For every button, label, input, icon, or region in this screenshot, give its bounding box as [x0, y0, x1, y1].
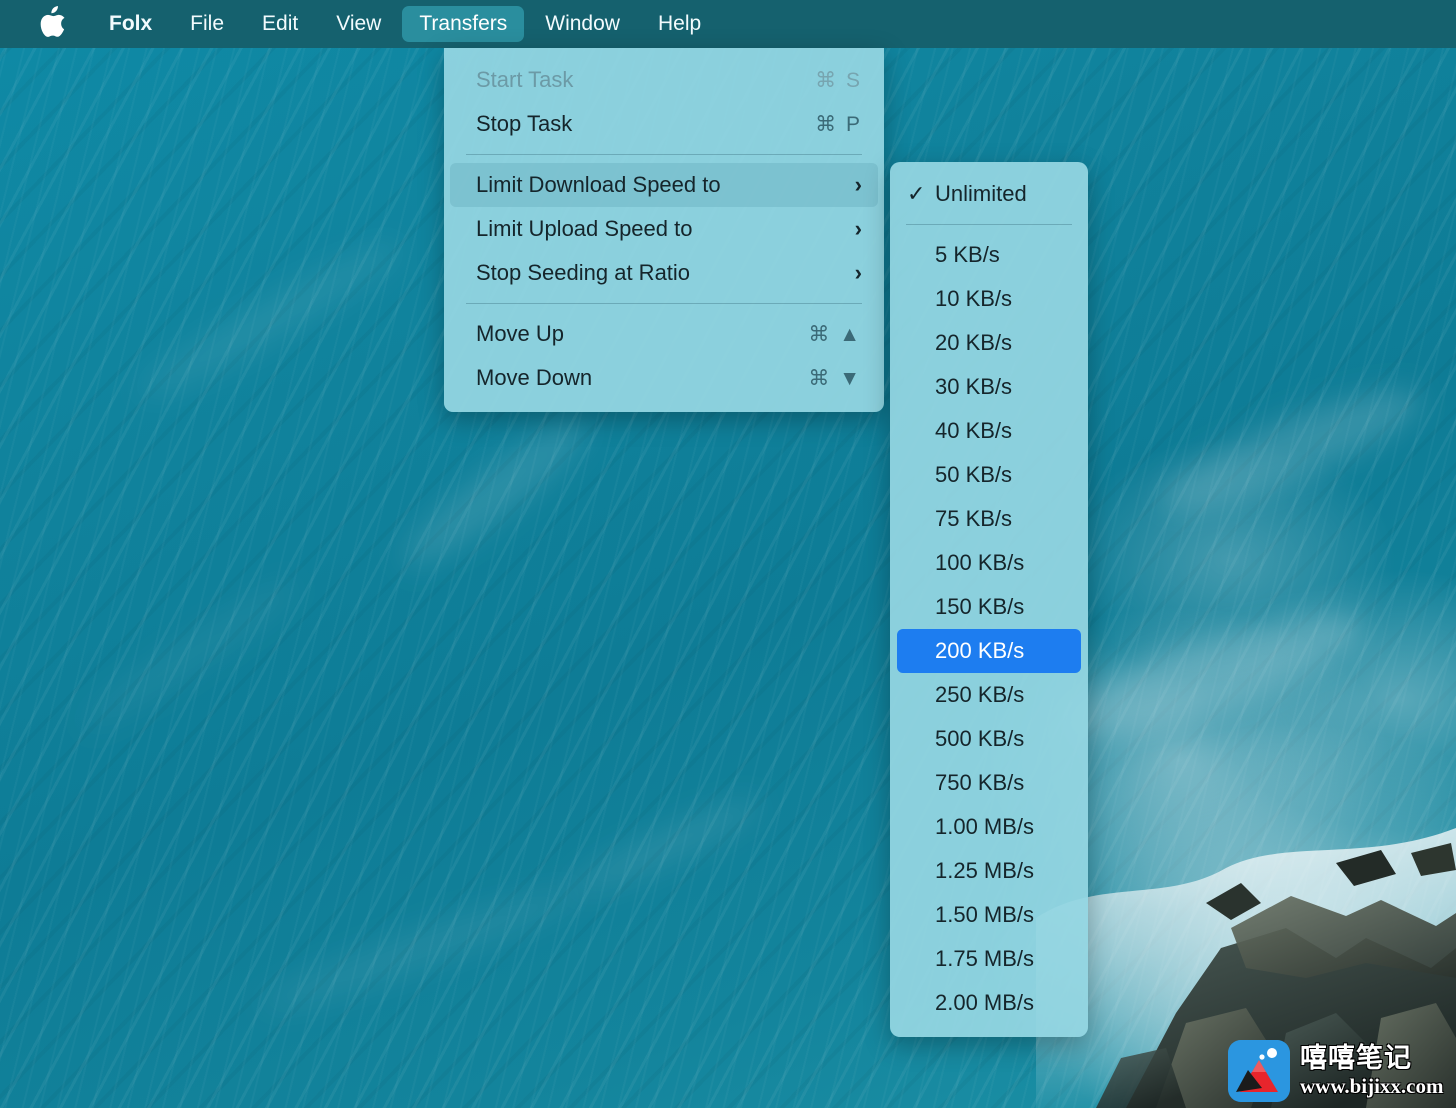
menu-item-shortcut: ⌘ ▲	[808, 322, 862, 346]
submenu-item-20kbs[interactable]: 20 KB/s	[897, 321, 1081, 365]
menu-item-move-up[interactable]: Move Up ⌘ ▲	[450, 312, 878, 356]
menu-item-move-down[interactable]: Move Down ⌘ ▼	[450, 356, 878, 400]
menu-item-stop-task[interactable]: Stop Task ⌘ P	[450, 102, 878, 146]
menu-item-label: Move Down	[476, 365, 593, 390]
submenu-item-label: 1.00 MB/s	[935, 814, 1035, 839]
submenu-separator	[906, 224, 1072, 225]
submenu-item-label: 1.50 MB/s	[935, 902, 1035, 927]
submenu-item-1-75mbs[interactable]: 1.75 MB/s	[897, 937, 1081, 981]
menu-item-label: Limit Upload Speed to	[476, 216, 693, 241]
submenu-item-750kbs[interactable]: 750 KB/s	[897, 761, 1081, 805]
menubar-item-view[interactable]: View	[319, 6, 398, 42]
submenu-item-label: 20 KB/s	[935, 330, 1013, 355]
submenu-item-5kbs[interactable]: 5 KB/s	[897, 233, 1081, 277]
submenu-item-label: 10 KB/s	[935, 286, 1013, 311]
menu-item-shortcut: ⌘ ▼	[808, 366, 862, 390]
menu-separator	[466, 154, 862, 155]
water-ripple	[130, 227, 410, 413]
menubar-item-transfers[interactable]: Transfers	[402, 6, 525, 42]
menu-item-label: Move Up	[476, 321, 565, 346]
water-ripple	[253, 873, 587, 1025]
menu-item-limit-download-speed[interactable]: Limit Download Speed to ›	[450, 163, 878, 207]
submenu-item-1-00mbs[interactable]: 1.00 MB/s	[897, 805, 1081, 849]
mountain-photo-logo-icon	[1228, 1040, 1290, 1102]
submenu-item-label: Unlimited	[935, 181, 1027, 206]
menu-item-shortcut: ⌘ P	[815, 112, 862, 136]
submenu-item-10kbs[interactable]: 10 KB/s	[897, 277, 1081, 321]
watermark-text: 嘻嘻笔记 www.bijixx.com	[1300, 1045, 1444, 1097]
transfers-dropdown-menu: Start Task ⌘ S Stop Task ⌘ P Limit Downl…	[444, 48, 884, 412]
apple-logo-icon[interactable]	[30, 6, 88, 42]
submenu-item-label: 40 KB/s	[935, 418, 1013, 443]
submenu-item-250kbs[interactable]: 250 KB/s	[897, 673, 1081, 717]
water-ripple	[1148, 369, 1432, 531]
chevron-right-icon: ›	[854, 172, 862, 197]
submenu-item-label: 200 KB/s	[935, 638, 1025, 663]
water-ripple	[73, 569, 307, 741]
desktop-wallpaper: Folx File Edit View Transfers Window Hel…	[0, 0, 1456, 1108]
submenu-item-unlimited[interactable]: ✓ Unlimited	[897, 172, 1081, 216]
menubar-item-folx[interactable]: Folx	[92, 6, 169, 42]
menu-item-stop-seeding-at-ratio[interactable]: Stop Seeding at Ratio ›	[450, 251, 878, 295]
submenu-item-label: 500 KB/s	[935, 726, 1025, 751]
submenu-item-label: 250 KB/s	[935, 682, 1025, 707]
menubar-item-edit[interactable]: Edit	[245, 6, 315, 42]
submenu-item-500kbs[interactable]: 500 KB/s	[897, 717, 1081, 761]
limit-download-speed-submenu: ✓ Unlimited 5 KB/s 10 KB/s 20 KB/s 30 KB…	[890, 162, 1088, 1037]
menu-item-label: Start Task	[476, 67, 574, 92]
menubar-item-window[interactable]: Window	[528, 6, 637, 42]
menubar-item-file[interactable]: File	[173, 6, 241, 42]
menu-item-limit-upload-speed[interactable]: Limit Upload Speed to ›	[450, 207, 878, 251]
menu-bar: Folx File Edit View Transfers Window Hel…	[0, 0, 1456, 48]
menu-separator	[466, 303, 862, 304]
watermark-brand: 嘻嘻笔记	[1300, 1043, 1412, 1074]
submenu-item-1-25mbs[interactable]: 1.25 MB/s	[897, 849, 1081, 893]
submenu-item-2-00mbs[interactable]: 2.00 MB/s	[897, 981, 1081, 1025]
menu-item-label: Limit Download Speed to	[476, 172, 721, 197]
watermark-url: www.bijixx.com	[1300, 1074, 1444, 1098]
menu-item-shortcut: ⌘ S	[815, 68, 862, 92]
checkmark-icon: ✓	[907, 181, 926, 206]
menu-item-start-task[interactable]: Start Task ⌘ S	[450, 58, 878, 102]
water-ripple	[390, 404, 600, 582]
submenu-item-1-50mbs[interactable]: 1.50 MB/s	[897, 893, 1081, 937]
submenu-item-40kbs[interactable]: 40 KB/s	[897, 409, 1081, 453]
chevron-right-icon: ›	[854, 260, 862, 285]
submenu-item-label: 30 KB/s	[935, 374, 1013, 399]
submenu-item-label: 1.25 MB/s	[935, 858, 1035, 883]
submenu-item-label: 150 KB/s	[935, 594, 1025, 619]
submenu-item-label: 75 KB/s	[935, 506, 1013, 531]
submenu-item-label: 5 KB/s	[935, 242, 1000, 267]
menu-item-label: Stop Task	[476, 111, 573, 136]
submenu-item-100kbs[interactable]: 100 KB/s	[897, 541, 1081, 585]
water-ripple	[562, 787, 768, 907]
submenu-item-label: 750 KB/s	[935, 770, 1025, 795]
submenu-item-75kbs[interactable]: 75 KB/s	[897, 497, 1081, 541]
watermark: 嘻嘻笔记 www.bijixx.com	[1228, 1040, 1444, 1102]
submenu-item-label: 100 KB/s	[935, 550, 1025, 575]
submenu-item-30kbs[interactable]: 30 KB/s	[897, 365, 1081, 409]
menubar-item-help[interactable]: Help	[641, 6, 718, 42]
water-ripple	[1047, 592, 1373, 758]
chevron-right-icon: ›	[854, 216, 862, 241]
submenu-item-150kbs[interactable]: 150 KB/s	[897, 585, 1081, 629]
submenu-item-label: 50 KB/s	[935, 462, 1013, 487]
menu-item-label: Stop Seeding at Ratio	[476, 260, 691, 285]
submenu-item-50kbs[interactable]: 50 KB/s	[897, 453, 1081, 497]
submenu-item-label: 1.75 MB/s	[935, 946, 1035, 971]
submenu-item-200kbs[interactable]: 200 KB/s	[897, 629, 1081, 673]
submenu-item-label: 2.00 MB/s	[935, 990, 1035, 1015]
